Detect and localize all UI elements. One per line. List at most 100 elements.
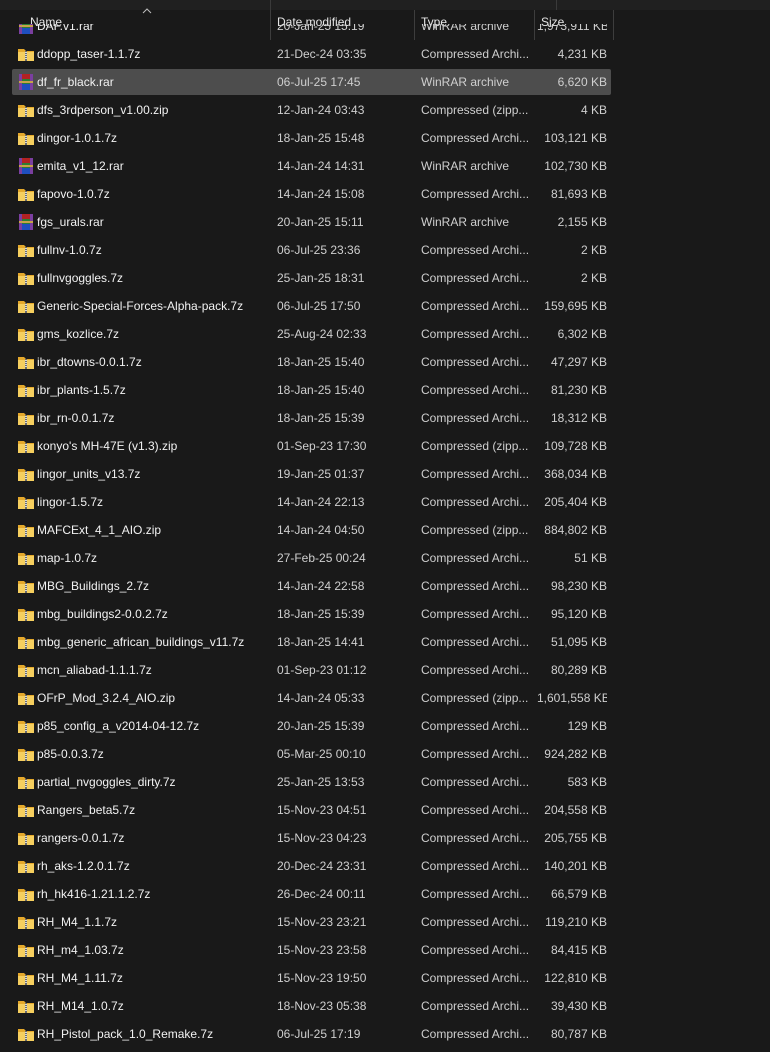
file-date-modified: 18-Jan-25 14:41	[277, 635, 365, 649]
file-name: fgs_urals.rar	[37, 215, 104, 229]
file-row[interactable]: rh_hk416-1.21.1.2.7z 26-Dec-24 00:11 Compr…	[12, 881, 611, 907]
file-row[interactable]: rh_aks-1.2.0.1.7z 20-Dec-24 23:31 Compress…	[12, 853, 611, 879]
winrar-archive-icon	[17, 73, 35, 91]
file-date-modified: 06-Jul-25 17:19	[277, 1027, 361, 1041]
file-size: 2 KB	[580, 271, 607, 285]
file-type: Compressed Archi...	[421, 999, 530, 1013]
file-type: Compressed Archi...	[421, 551, 530, 565]
file-row[interactable]: MBG_Buildings_2.7z 14-Jan-24 22:58 Compres…	[12, 573, 611, 599]
compressed-folder-icon-graphic	[18, 329, 34, 341]
file-row[interactable]: RH_M4_1.11.7z 15-Nov-23 19:50 Compressed A…	[12, 965, 611, 991]
file-name: mcn_aliabad-1.1.1.7z	[37, 663, 152, 677]
file-type: Compressed Archi...	[421, 635, 530, 649]
file-name: RH_M14_1.0.7z	[37, 999, 124, 1013]
file-row[interactable]: partial_nvgoggles_dirty.7z 25-Jan-25 13:5…	[12, 769, 611, 795]
file-list[interactable]: DAF.v1.rar 20-Jan-25 15:19 WinRAR archive 1…	[0, 24, 770, 1052]
file-date-modified: 06-Jul-25 23:36	[277, 243, 361, 257]
file-row[interactable]: dfs_3rdperson_v1.00.zip 12-Jan-24 03:43 Co…	[12, 97, 611, 123]
file-type: Compressed Archi...	[421, 915, 530, 929]
file-row[interactable]: RH_M4_1.1.7z 15-Nov-23 23:21 Compressed Ar…	[12, 909, 611, 935]
file-row[interactable]: DAF.v1.rar 20-Jan-25 15:19 WinRAR archive 1…	[12, 24, 611, 39]
file-type: Compressed Archi...	[421, 803, 530, 817]
file-row[interactable]: RH_M14_1.0.7z 18-Nov-23 05:38 Compressed A…	[12, 993, 611, 1019]
file-row[interactable]: konyo's MH-47E (v1.3).zip 01-Sep-23 17:30…	[12, 433, 611, 459]
file-size: 80,787 KB	[550, 1027, 607, 1041]
file-row[interactable]: emita_v1_12.rar 14-Jan-24 14:31 WinRAR arc…	[12, 153, 611, 179]
file-row[interactable]: OFrP_Mod_3.2.4_AIO.zip 14-Jan-24 05:33 Com…	[12, 685, 611, 711]
file-date-modified: 15-Nov-23 19:50	[277, 971, 367, 985]
file-row[interactable]: lingor_units_v13.7z 19-Jan-25 01:37 Compre…	[12, 461, 611, 487]
file-row[interactable]: p85_config_a_v2014-04-12.7z 20-Jan-25 15:…	[12, 713, 611, 739]
file-date-modified: 18-Jan-25 15:48	[277, 131, 365, 145]
file-date-modified: 25-Jan-25 13:53	[277, 775, 365, 789]
file-name: mbg_generic_african_buildings_v11.7z	[37, 635, 245, 649]
compressed-folder-icon-graphic	[18, 777, 34, 789]
file-size: 1,601,558 KB	[537, 691, 607, 705]
file-row[interactable]: map-1.0.7z 27-Feb-25 00:24 Compressed Arch…	[12, 545, 611, 571]
file-size: 884,802 KB	[544, 523, 607, 537]
file-row[interactable]: gms_kozlice.7z 25-Aug-24 02:33 Compressed …	[12, 321, 611, 347]
file-type: WinRAR archive	[421, 215, 510, 229]
file-row[interactable]: df_fr_black.rar 06-Jul-25 17:45 WinRAR arc…	[12, 69, 611, 95]
file-name: p85_config_a_v2014-04-12.7z	[37, 719, 200, 733]
file-date-modified: 14-Jan-24 05:33	[277, 691, 365, 705]
file-row[interactable]: RH_m4_1.03.7z 15-Nov-23 23:58 Compressed A…	[12, 937, 611, 963]
file-size: 122,810 KB	[544, 971, 607, 985]
file-row[interactable]: p85-0.0.3.7z 05-Mar-25 00:10 Compressed Ar…	[12, 741, 611, 767]
sort-up-chevron-icon[interactable]	[142, 7, 152, 15]
file-name: DAF.v1.rar	[37, 24, 94, 33]
file-row[interactable]: lingor-1.5.7z 14-Jan-24 22:13 Compressed A…	[12, 489, 611, 515]
file-row[interactable]: fgs_urals.rar 20-Jan-25 15:11 WinRAR archi…	[12, 209, 611, 235]
file-type: Compressed Archi...	[421, 831, 530, 845]
file-size: 583 KB	[567, 775, 607, 789]
file-name: fullnvgoggles.7z	[37, 271, 124, 285]
file-type: Compressed Archi...	[421, 411, 530, 425]
file-row[interactable]: ibr_plants-1.5.7z 18-Jan-25 15:40 Compress…	[12, 377, 611, 403]
file-row[interactable]: ibr_rn-0.0.1.7z 18-Jan-25 15:39 Compressed…	[12, 405, 611, 431]
file-row[interactable]: Generic-Special-Forces-Alpha-pack.7z 06-J…	[12, 293, 611, 319]
file-name: partial_nvgoggles_dirty.7z	[37, 775, 176, 789]
file-name: ibr_rn-0.0.1.7z	[37, 411, 115, 425]
file-date-modified: 14-Jan-24 15:08	[277, 187, 365, 201]
file-row[interactable]: MAFCExt_4_1_AIO.zip 14-Jan-24 04:50 Compre…	[12, 517, 611, 543]
file-date-modified: 18-Jan-25 15:39	[277, 411, 365, 425]
file-row[interactable]: dingor-1.0.1.7z 18-Jan-25 15:48 Compressed…	[12, 125, 611, 151]
compressed-folder-icon	[17, 409, 35, 427]
file-row[interactable]: rangers-0.0.1.7z 15-Nov-23 04:23 Compresse…	[12, 825, 611, 851]
file-row[interactable]: fullnvgoggles.7z 25-Jan-25 18:31 Compresse…	[12, 265, 611, 291]
file-date-modified: 01-Sep-23 17:30	[277, 439, 367, 453]
file-row[interactable]: fullnv-1.0.7z 06-Jul-25 23:36 Compressed A…	[12, 237, 611, 263]
file-type: Compressed Archi...	[421, 971, 530, 985]
file-date-modified: 15-Nov-23 23:58	[277, 943, 367, 957]
file-row[interactable]: ibr_dtowns-0.0.1.7z 18-Jan-25 15:40 Compre…	[12, 349, 611, 375]
compressed-folder-icon-graphic	[18, 721, 34, 733]
file-type: Compressed Archi...	[421, 299, 530, 313]
compressed-folder-icon	[17, 689, 35, 707]
file-type: Compressed Archi...	[421, 775, 530, 789]
compressed-folder-icon	[17, 857, 35, 875]
compressed-folder-icon-graphic	[18, 105, 34, 117]
compressed-folder-icon	[17, 661, 35, 679]
file-row[interactable]: fapovo-1.0.7z 14-Jan-24 15:08 Compressed A…	[12, 181, 611, 207]
file-row[interactable]: mbg_buildings2-0.0.2.7z 18-Jan-25 15:39 Co…	[12, 601, 611, 627]
compressed-folder-icon	[17, 829, 35, 847]
file-row[interactable]: mbg_generic_african_buildings_v11.7z 18-J…	[12, 629, 611, 655]
file-type: Compressed Archi...	[421, 243, 530, 257]
compressed-folder-icon-graphic	[18, 693, 34, 705]
file-date-modified: 14-Jan-24 22:58	[277, 579, 365, 593]
compressed-folder-icon-graphic	[18, 49, 34, 61]
file-date-modified: 21-Dec-24 03:35	[277, 47, 367, 61]
file-row[interactable]: ddopp_taser-1.1.7z 21-Dec-24 03:35 Compres…	[12, 41, 611, 67]
file-date-modified: 25-Aug-24 02:33	[277, 327, 367, 341]
file-name: ibr_dtowns-0.0.1.7z	[37, 355, 142, 369]
file-type: Compressed Archi...	[421, 859, 530, 873]
file-row[interactable]: mcn_aliabad-1.1.1.7z 01-Sep-23 01:12 Compr…	[12, 657, 611, 683]
compressed-folder-icon-graphic	[18, 945, 34, 957]
file-name: RH_m4_1.03.7z	[37, 943, 124, 957]
file-row[interactable]: Rangers_beta5.7z 15-Nov-23 04:51 Compresse…	[12, 797, 611, 823]
compressed-folder-icon-graphic	[18, 889, 34, 901]
file-size: 47,297 KB	[550, 355, 607, 369]
compressed-folder-icon	[17, 129, 35, 147]
file-row[interactable]: RH_Pistol_pack_1.0_Remake.7z 06-Jul-25 17…	[12, 1021, 611, 1047]
compressed-folder-icon	[17, 885, 35, 903]
